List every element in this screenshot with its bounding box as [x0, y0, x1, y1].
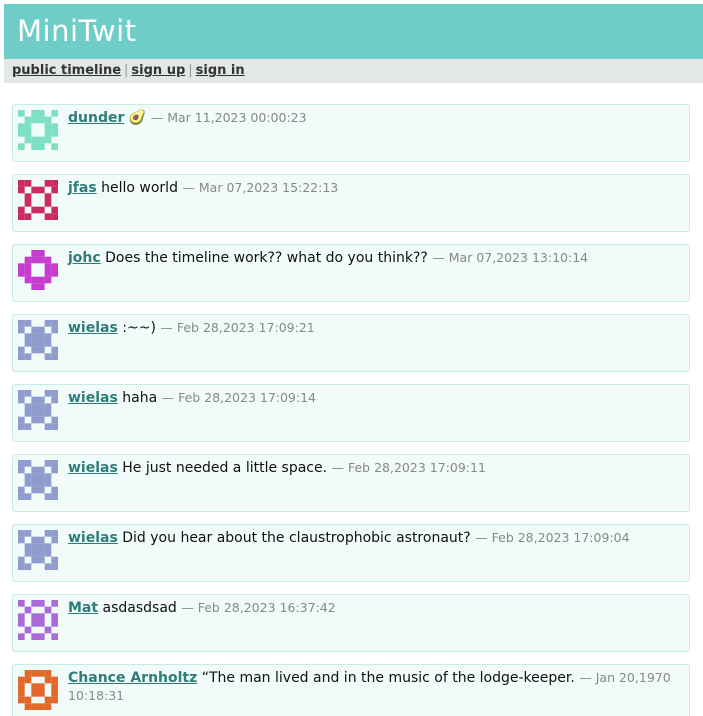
message-timestamp: — Feb 28,2023 17:09:04 [475, 530, 630, 545]
username-link[interactable]: jfas [68, 180, 97, 196]
message-item: wielas He just needed a little space. — … [12, 454, 690, 512]
message-text: “The man lived and in the music of the l… [201, 670, 575, 686]
message-item: jfas hello world — Mar 07,2023 15:22:13 [12, 174, 690, 232]
username-link[interactable]: wielas [68, 320, 118, 336]
identicon-avatar-icon[interactable] [18, 530, 58, 570]
identicon-avatar-icon[interactable] [18, 180, 58, 220]
identicon-avatar-icon[interactable] [18, 250, 58, 290]
username-link[interactable]: Mat [68, 600, 98, 616]
message-body: wielas haha — Feb 28,2023 17:09:14 [68, 389, 679, 407]
message-timestamp: — Feb 28,2023 17:09:21 [160, 320, 315, 335]
identicon-avatar-icon[interactable] [18, 390, 58, 430]
message-body: johc Does the timeline work?? what do yo… [68, 249, 679, 267]
message-text: :~~) [122, 320, 156, 336]
message-text: haha [122, 390, 158, 406]
message-body: Mat asdasdsad — Feb 28,2023 16:37:42 [68, 599, 679, 617]
identicon-avatar-icon[interactable] [18, 320, 58, 360]
message-item: wielas haha — Feb 28,2023 17:09:14 [12, 384, 690, 442]
message-body: wielas He just needed a little space. — … [68, 459, 679, 477]
username-link[interactable]: wielas [68, 390, 118, 406]
message-timestamp: — Mar 07,2023 13:10:14 [432, 250, 589, 265]
message-item: johc Does the timeline work?? what do yo… [12, 244, 690, 302]
message-body: Chance Arnholtz “The man lived and in th… [68, 669, 679, 705]
identicon-avatar-icon[interactable] [18, 670, 58, 710]
header: MiniTwit [4, 4, 703, 59]
message-item: dunder 🥑 — Mar 11,2023 00:00:23 [12, 104, 690, 162]
username-link[interactable]: wielas [68, 460, 118, 476]
public-timeline-link[interactable]: public timeline [12, 63, 121, 78]
page: MiniTwit public timeline | sign up | sign in… [0, 0, 703, 716]
identicon-avatar-icon[interactable] [18, 600, 58, 640]
identicon-avatar-icon[interactable] [18, 110, 58, 150]
username-link[interactable]: wielas [68, 530, 118, 546]
message-body: wielas Did you hear about the claustroph… [68, 529, 679, 547]
username-link[interactable]: dunder [68, 110, 124, 126]
message-timestamp: — Feb 28,2023 17:09:14 [161, 390, 317, 405]
nav-separator: | [124, 63, 129, 78]
nav-separator: | [188, 63, 193, 78]
message-body: wielas :~~) — Feb 28,2023 17:09:21 [68, 319, 679, 337]
username-link[interactable]: johc [68, 250, 101, 266]
message-timestamp: — Mar 07,2023 15:22:13 [182, 180, 339, 195]
message-item: Mat asdasdsad — Feb 28,2023 16:37:42 [12, 594, 690, 652]
message-timestamp: — Feb 28,2023 16:37:42 [181, 600, 336, 615]
navigation-bar: public timeline | sign up | sign in [4, 59, 703, 83]
sign-in-link[interactable]: sign in [196, 63, 245, 78]
identicon-avatar-icon[interactable] [18, 460, 58, 500]
username-link[interactable]: Chance Arnholtz [68, 670, 197, 686]
message-text: asdasdsad [102, 600, 177, 616]
message-text: He just needed a little space. [122, 460, 328, 476]
message-item: wielas Did you hear about the claustroph… [12, 524, 690, 582]
message-timestamp: — Feb 28,2023 17:09:11 [331, 460, 486, 475]
message-item: wielas :~~) — Feb 28,2023 17:09:21 [12, 314, 690, 372]
sign-up-link[interactable]: sign up [131, 63, 185, 78]
message-text: hello world [101, 180, 178, 196]
message-text: Does the timeline work?? what do you thi… [105, 250, 428, 266]
message-timestamp: — Mar 11,2023 00:00:23 [150, 110, 307, 125]
app-title: MiniTwit [17, 14, 137, 48]
message-body: jfas hello world — Mar 07,2023 15:22:13 [68, 179, 679, 197]
message-text: 🥑 [128, 110, 147, 126]
message-item: Chance Arnholtz “The man lived and in th… [12, 664, 690, 716]
message-body: dunder 🥑 — Mar 11,2023 00:00:23 [68, 109, 679, 127]
message-text: Did you hear about the claustrophobic as… [122, 530, 471, 546]
